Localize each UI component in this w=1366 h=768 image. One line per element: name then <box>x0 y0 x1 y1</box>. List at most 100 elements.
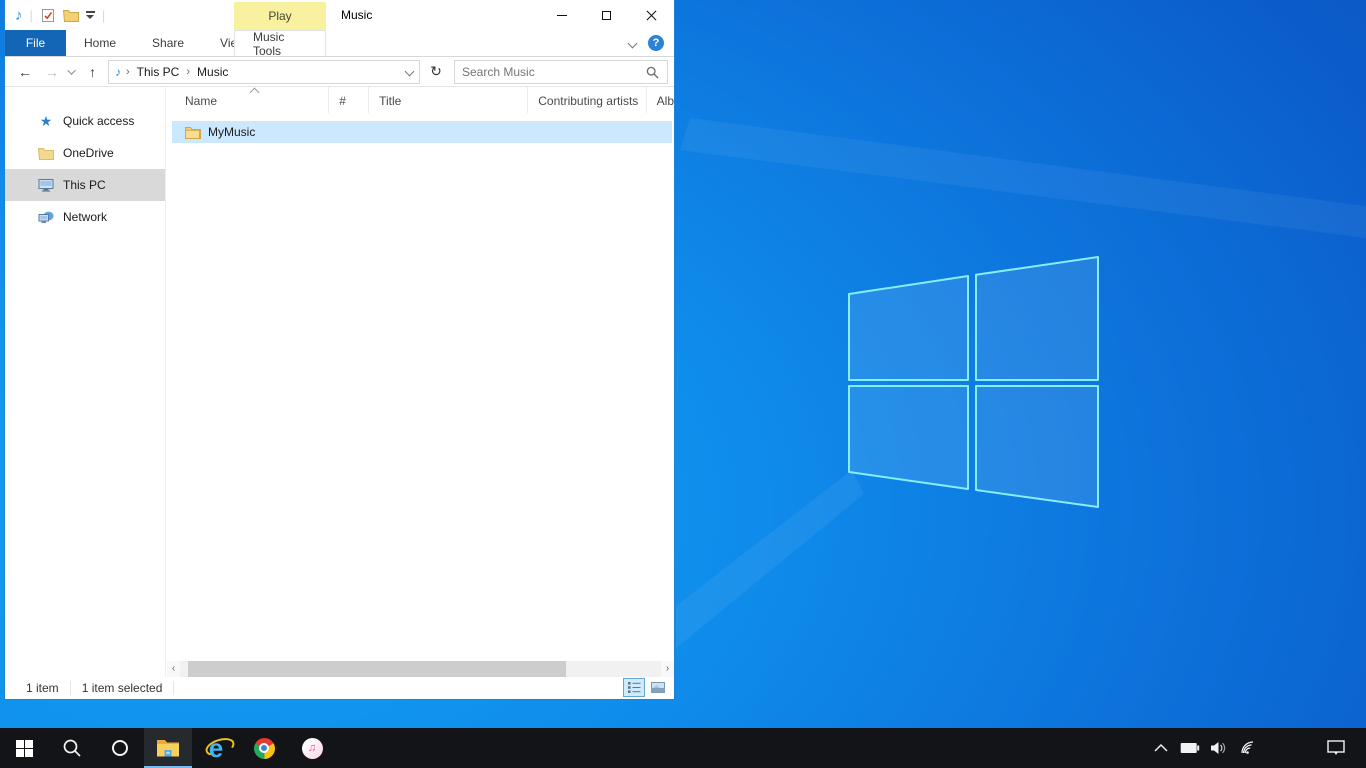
taskbar-search-button[interactable] <box>48 728 96 768</box>
column-label: Alb <box>657 94 674 108</box>
start-button[interactable] <box>0 728 48 768</box>
scrollbar-track[interactable] <box>180 661 661 677</box>
search-icon <box>62 738 82 758</box>
column-header-contributing-artists[interactable]: Contributing artists <box>528 87 646 113</box>
sidebar-item-onedrive[interactable]: OneDrive <box>5 137 165 169</box>
sidebar-item-this-pc[interactable]: This PC <box>5 169 165 201</box>
quick-access-star-icon: ★ <box>38 113 54 129</box>
back-button[interactable]: ← <box>18 65 32 79</box>
scroll-left-icon[interactable]: ‹ <box>167 661 180 677</box>
itunes-icon: ♫ <box>302 738 323 759</box>
windows-logo <box>848 256 1100 512</box>
network-icon <box>38 209 54 225</box>
window-music-icon: ♪ <box>15 8 23 23</box>
help-icon[interactable]: ? <box>648 35 664 51</box>
breadcrumb-this-pc[interactable]: This PC <box>135 65 182 79</box>
column-header-number[interactable]: # <box>329 87 369 113</box>
sidebar-item-label: This PC <box>63 178 106 192</box>
onedrive-folder-icon <box>38 145 54 161</box>
scroll-right-icon[interactable]: › <box>661 661 674 677</box>
title-bar[interactable]: ♪ | | Play Music <box>5 0 674 30</box>
navigation-bar: ← → ↑ ♪ › This PC › Music ↻ <box>5 57 674 87</box>
close-button[interactable] <box>629 0 674 30</box>
details-view-icon <box>628 682 641 693</box>
sidebar-item-network[interactable]: Network <box>5 201 165 233</box>
details-view-button[interactable] <box>623 678 645 697</box>
action-center-button[interactable] <box>1320 728 1352 768</box>
sidebar-item-label: Quick access <box>63 114 134 128</box>
quick-access-toolbar: ♪ | | <box>15 0 105 30</box>
folder-icon <box>185 124 201 140</box>
search-box <box>454 60 668 84</box>
file-explorer-window: ♪ | | Play Music File Home Share View Mu… <box>4 0 675 700</box>
collapse-ribbon-icon[interactable] <box>628 38 638 48</box>
sidebar-item-label: Network <box>63 210 107 224</box>
new-folder-icon[interactable] <box>63 7 79 23</box>
ribbon-tabs: File Home Share View <box>5 30 674 56</box>
divider: | <box>102 8 105 23</box>
file-list-pane: Name # Title Contributing artists Alb My… <box>167 87 674 661</box>
file-explorer-icon <box>156 739 180 758</box>
window-title: Music <box>341 8 372 22</box>
windows-start-icon <box>16 740 33 757</box>
refresh-button[interactable]: ↻ <box>426 63 446 80</box>
contextual-tab-group-play[interactable]: Play <box>234 2 326 30</box>
internet-explorer-icon: e <box>209 735 223 761</box>
tab-home[interactable]: Home <box>66 30 134 56</box>
cortana-button[interactable] <box>96 728 144 768</box>
navigation-pane: ★ Quick access OneDrive This PC Network <box>5 87 166 677</box>
divider: | <box>30 8 33 23</box>
column-header-name[interactable]: Name <box>167 87 329 113</box>
file-row-mymusic[interactable]: MyMusic <box>172 121 672 143</box>
tab-music-tools[interactable]: Music Tools <box>234 30 326 56</box>
minimize-icon <box>557 15 567 16</box>
internet-explorer-button[interactable]: e <box>192 728 240 768</box>
forward-button[interactable]: → <box>45 65 59 79</box>
column-header-title[interactable]: Title <box>369 87 528 113</box>
address-bar[interactable]: ♪ › This PC › Music <box>108 60 420 84</box>
ribbon-right-controls: ? <box>629 35 664 51</box>
minimize-button[interactable] <box>539 0 584 30</box>
address-dropdown-icon[interactable] <box>405 67 415 77</box>
taskbar-file-explorer-button[interactable] <box>144 728 192 768</box>
large-icons-view-icon <box>651 682 665 693</box>
maximize-button[interactable] <box>584 0 629 30</box>
selection-count: 1 item selected <box>71 681 175 695</box>
tab-file[interactable]: File <box>5 30 66 56</box>
ribbon-tab-row: File Home Share View Music Tools ? <box>5 30 674 57</box>
column-headers: Name # Title Contributing artists Alb <box>167 87 674 113</box>
search-input[interactable] <box>455 62 635 82</box>
items-count: 1 item <box>15 681 71 695</box>
action-center-icon <box>1327 740 1345 756</box>
up-button[interactable]: ↑ <box>89 65 96 79</box>
battery-icon[interactable] <box>1180 728 1200 768</box>
itunes-button[interactable]: ♫ <box>288 728 336 768</box>
hidden-icons-chevron-icon[interactable] <box>1151 728 1171 768</box>
properties-icon[interactable] <box>40 7 56 23</box>
cortana-icon <box>112 740 128 756</box>
close-icon <box>646 10 657 21</box>
column-label: Title <box>379 94 401 108</box>
file-name: MyMusic <box>208 125 255 139</box>
large-icons-view-button[interactable] <box>647 678 669 697</box>
column-header-album[interactable]: Alb <box>647 87 674 113</box>
scrollbar-thumb[interactable] <box>188 661 566 677</box>
system-tray <box>1151 728 1258 768</box>
horizontal-scrollbar[interactable]: ‹ › <box>167 661 674 677</box>
sidebar-item-label: OneDrive <box>63 146 114 160</box>
maximize-icon <box>602 11 611 20</box>
tab-share[interactable]: Share <box>134 30 202 56</box>
chrome-button[interactable] <box>240 728 288 768</box>
breadcrumb-music[interactable]: Music <box>195 65 230 79</box>
search-icon[interactable] <box>646 66 659 82</box>
sidebar-item-quick-access[interactable]: ★ Quick access <box>5 105 165 137</box>
volume-icon[interactable] <box>1209 728 1229 768</box>
recent-locations-dropdown-icon[interactable] <box>67 66 75 74</box>
customize-toolbar-dropdown-icon[interactable] <box>86 11 95 19</box>
status-bar: 1 item 1 item selected <box>5 677 674 699</box>
this-pc-monitor-icon <box>38 177 54 193</box>
view-toggles <box>623 678 669 697</box>
wifi-icon[interactable] <box>1238 728 1258 768</box>
taskbar: e ♫ <box>0 728 1366 768</box>
breadcrumb-separator: › <box>126 66 130 78</box>
